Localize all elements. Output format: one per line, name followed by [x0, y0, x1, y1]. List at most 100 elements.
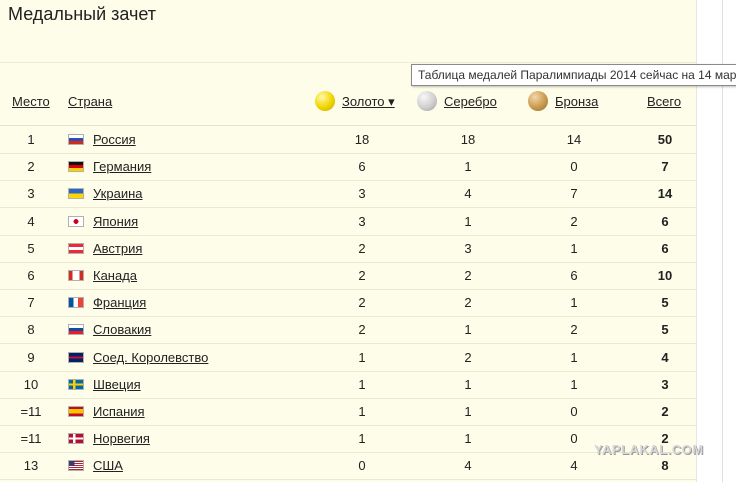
- canada-flag-icon: [68, 270, 84, 281]
- gold-count: 1: [358, 349, 366, 365]
- table-row: 6 Канада 2 2 6 10: [0, 262, 696, 290]
- bronze-medal-icon: [528, 91, 548, 111]
- table-row: 5 Австрия 2 3 1 6: [0, 235, 696, 263]
- table-row: 8 Словакия 2 1 2 5: [0, 316, 696, 345]
- place-cell: 6: [27, 268, 35, 283]
- table-row: 10 Швеция 1 1 1 3: [0, 371, 696, 399]
- place-cell: 9: [27, 349, 35, 365]
- gold-count: 3: [358, 213, 366, 229]
- header-bronze[interactable]: Бронза: [555, 94, 598, 109]
- table-row: =11 Норвегия 1 1 0 2: [0, 425, 696, 454]
- header-total[interactable]: Всего: [647, 94, 681, 109]
- country-link[interactable]: Украина: [93, 186, 143, 201]
- bronze-count: 1: [570, 295, 578, 311]
- place-cell: 2: [27, 159, 35, 175]
- place-cell: =11: [20, 431, 42, 447]
- total-count: 50: [657, 132, 673, 147]
- bronze-count: 14: [566, 132, 582, 147]
- ukraine-flag-icon: [68, 188, 84, 200]
- header-place[interactable]: Место: [12, 94, 50, 109]
- france-flag-icon: [68, 297, 84, 309]
- total-count: 14: [657, 186, 673, 202]
- total-count: 5: [661, 322, 669, 338]
- table-row: 13 США 0 4 4 8: [0, 452, 696, 481]
- place-cell: 13: [23, 458, 39, 474]
- silver-count: 1: [464, 322, 472, 338]
- spain-flag-icon: [68, 406, 84, 417]
- country-link[interactable]: Швеция: [93, 377, 141, 392]
- watermark: YAPLAKAL.COM: [594, 442, 704, 457]
- header-gold[interactable]: Золото ▾: [342, 94, 395, 110]
- country-link[interactable]: Соед. Королевство: [93, 350, 208, 365]
- silver-count: 18: [460, 132, 476, 147]
- country-link[interactable]: Франция: [93, 295, 146, 310]
- country-link[interactable]: Германия: [93, 159, 151, 174]
- table-row: 1 Россия 18 18 14 50: [0, 126, 696, 154]
- austria-flag-icon: [68, 242, 84, 254]
- place-cell: =11: [20, 404, 42, 419]
- total-count: 6: [661, 240, 669, 256]
- silver-count: 1: [464, 431, 472, 447]
- page-title: Медальный зачет: [8, 4, 157, 24]
- bronze-count: 0: [570, 431, 578, 447]
- bronze-count: 2: [570, 322, 578, 338]
- bronze-count: 7: [570, 186, 578, 202]
- silver-count: 2: [464, 295, 472, 311]
- country-link[interactable]: Испания: [93, 404, 145, 419]
- country-link[interactable]: Канада: [93, 268, 137, 283]
- bronze-count: 0: [570, 159, 578, 175]
- total-count: 3: [661, 376, 669, 392]
- place-cell: 8: [27, 322, 35, 338]
- bronze-count: 0: [570, 404, 578, 419]
- country-link[interactable]: Австрия: [93, 241, 142, 256]
- bronze-count: 1: [570, 240, 578, 256]
- bronze-count: 1: [570, 376, 578, 392]
- country-link[interactable]: Япония: [93, 214, 138, 229]
- bronze-count: 2: [570, 213, 578, 229]
- silver-count: 1: [464, 159, 472, 175]
- country-link[interactable]: Россия: [93, 132, 136, 147]
- header-country[interactable]: Страна: [68, 94, 112, 109]
- country-link[interactable]: Словакия: [93, 322, 151, 337]
- norway-flag-icon: [68, 433, 84, 445]
- gold-medal-icon: [315, 91, 335, 111]
- bronze-count: 4: [570, 458, 578, 474]
- place-cell: 1: [27, 132, 35, 147]
- russia-flag-icon: [68, 134, 84, 145]
- usa-flag-icon: [68, 460, 84, 472]
- title-divider: [0, 62, 696, 63]
- gold-count: 2: [358, 240, 366, 256]
- table-row: 2 Германия 6 1 0 7: [0, 153, 696, 182]
- total-count: 10: [657, 268, 673, 283]
- silver-count: 3: [464, 240, 472, 256]
- silver-medal-icon: [417, 91, 437, 111]
- slovakia-flag-icon: [68, 324, 84, 336]
- header-silver[interactable]: Серебро: [444, 94, 497, 109]
- silver-count: 1: [464, 376, 472, 392]
- place-cell: 5: [27, 240, 35, 256]
- country-link[interactable]: Норвегия: [93, 431, 150, 446]
- gold-count: 2: [358, 268, 366, 283]
- total-count: 8: [661, 458, 669, 474]
- gold-count: 2: [358, 322, 366, 338]
- silver-count: 1: [464, 404, 472, 419]
- total-count: 4: [661, 349, 669, 365]
- japan-flag-icon: [68, 215, 84, 227]
- bronze-count: 1: [570, 349, 578, 365]
- gold-count: 18: [354, 132, 370, 147]
- uk-flag-icon: [68, 351, 84, 363]
- gold-count: 1: [358, 376, 366, 392]
- gold-count: 3: [358, 186, 366, 202]
- silver-count: 1: [464, 213, 472, 229]
- table-row: 3 Украина 3 4 7 14: [0, 180, 696, 209]
- table-row: 9 Соед. Королевство 1 2 1 4: [0, 344, 696, 372]
- gold-count: 1: [358, 431, 366, 447]
- place-cell: 7: [27, 295, 35, 311]
- silver-count: 2: [464, 268, 472, 283]
- total-count: 6: [661, 213, 669, 229]
- silver-count: 4: [464, 186, 472, 202]
- silver-count: 2: [464, 349, 472, 365]
- total-count: 2: [661, 404, 669, 419]
- gold-count: 6: [358, 159, 366, 175]
- country-link[interactable]: США: [93, 458, 123, 473]
